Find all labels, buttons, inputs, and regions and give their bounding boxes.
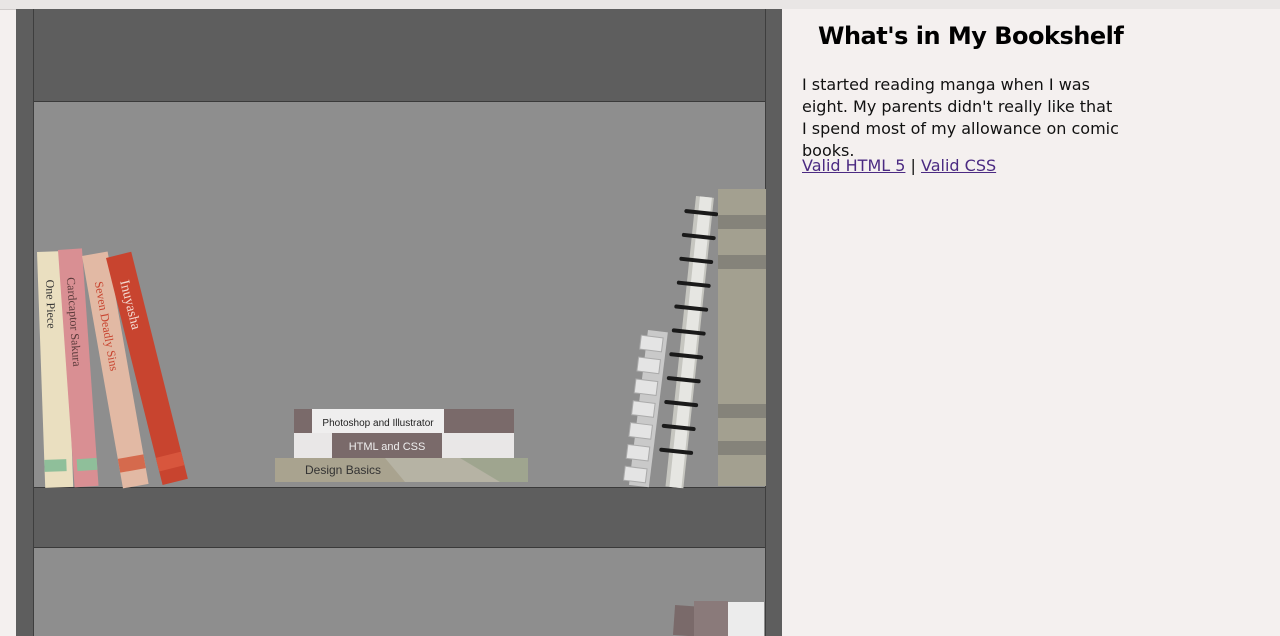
book-stack: Photoshop and Illustrator HTML and CSS D… [275,409,528,482]
page-title: What's in My Bookshelf [818,22,1124,50]
valid-html-link[interactable]: Valid HTML 5 [802,156,905,175]
book-title-design-basics: Design Basics [305,463,381,477]
intro-paragraph: I started reading manga when I was eight… [802,75,1119,160]
book-upright-right [718,189,766,486]
link-separator: | [910,156,916,175]
book-title-html-css: HTML and CSS [349,441,426,453]
spiral-notebook-small [622,330,668,488]
valid-css-link[interactable]: Valid CSS [921,156,996,175]
book-lower-shelf [672,601,764,636]
book-spine-title: One Piece [43,279,59,328]
book-title-photoshop: Photoshop and Illustrator [322,418,434,429]
validation-links: Valid HTML 5 | Valid CSS [802,156,996,175]
